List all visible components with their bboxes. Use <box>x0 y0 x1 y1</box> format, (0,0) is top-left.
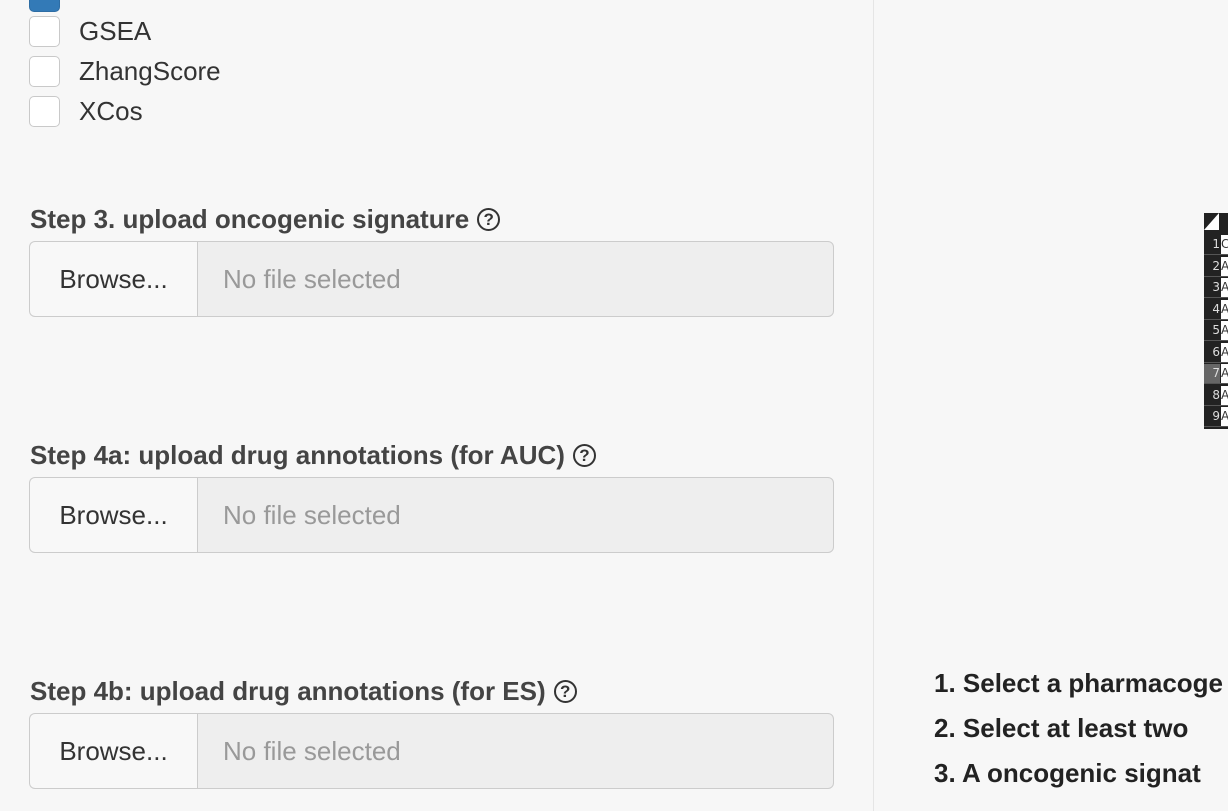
row-number: 8 <box>1212 387 1220 402</box>
step4b-label-text: Step 4b: upload drug annotations (for ES… <box>30 676 546 706</box>
row-number: 6 <box>1212 344 1220 359</box>
example-table-image: 1C2A3A4A5A6A7A8A9A <box>1204 213 1228 429</box>
method-checkbox-row-zhangscore[interactable]: ZhangScore <box>29 54 221 88</box>
row-cell: A <box>1221 385 1228 405</box>
table-row: 3A <box>1204 278 1228 298</box>
help-icon[interactable]: ? <box>572 444 596 467</box>
instruction-2: 2. Select at least two <box>934 713 1189 743</box>
method-checkbox-row-xcos[interactable]: XCos <box>29 94 143 128</box>
step4b-label: Step 4b: upload drug annotations (for ES… <box>30 676 577 707</box>
gsea-checkbox[interactable] <box>29 15 60 47</box>
table-row: 1C <box>1204 235 1228 255</box>
row-cell: A <box>1221 407 1228 426</box>
step3-label-text: Step 3. upload oncogenic signature <box>30 204 470 234</box>
instruction-3: 3. A oncogenic signat <box>934 758 1201 788</box>
row-cell: C <box>1221 235 1228 254</box>
step4b-file-field[interactable]: No file selected <box>197 713 834 789</box>
step4a-label-text: Step 4a: upload drug annotations (for AU… <box>30 440 565 470</box>
step4b-file-input[interactable]: Browse... No file selected <box>29 713 834 789</box>
step3-file-input[interactable]: Browse... No file selected <box>29 241 834 317</box>
table-row: 9A <box>1204 407 1228 427</box>
row-number: 7 <box>1204 364 1220 383</box>
table-row: 2A <box>1204 256 1228 277</box>
step4a-file-field[interactable]: No file selected <box>197 477 834 553</box>
table-corner-icon <box>1204 213 1219 230</box>
table-row: 7A <box>1204 364 1228 384</box>
step3-file-field[interactable]: No file selected <box>197 241 834 317</box>
step4a-label: Step 4a: upload drug annotations (for AU… <box>30 440 596 471</box>
zhangscore-checkbox[interactable] <box>29 55 60 87</box>
method-checkbox-row-gsea[interactable]: GSEA <box>29 14 151 48</box>
row-number: 1 <box>1212 237 1220 251</box>
gsea-label: GSEA <box>79 15 152 46</box>
checked-checkbox[interactable] <box>29 0 60 12</box>
row-number: 4 <box>1212 301 1220 316</box>
row-number: 9 <box>1212 409 1220 423</box>
step4a-browse-button[interactable]: Browse... <box>29 477 197 553</box>
row-number: 2 <box>1212 258 1220 273</box>
zhangscore-label: ZhangScore <box>79 55 221 86</box>
table-row: 6A <box>1204 342 1228 363</box>
row-cell: A <box>1221 342 1228 362</box>
help-icon[interactable]: ? <box>477 208 501 231</box>
row-number: 3 <box>1212 280 1220 294</box>
row-cell: A <box>1221 321 1228 340</box>
help-icon[interactable]: ? <box>553 680 577 703</box>
table-row: 5A <box>1204 321 1228 341</box>
method-checkbox-row-partial[interactable] <box>29 0 60 13</box>
table-row: 4A <box>1204 299 1228 320</box>
step3-browse-button[interactable]: Browse... <box>29 241 197 317</box>
row-cell: A <box>1221 256 1228 276</box>
right-panel: 1C2A3A4A5A6A7A8A9A 1. Select a pharmacog… <box>874 0 1228 811</box>
row-cell: A <box>1221 364 1228 383</box>
xcos-label: XCos <box>79 95 143 126</box>
row-number: 5 <box>1212 323 1220 337</box>
table-row: 8A <box>1204 385 1228 406</box>
instruction-1: 1. Select a pharmacoge <box>934 668 1224 698</box>
left-panel: GSEA ZhangScore XCos Step 3. upload onco… <box>0 0 873 811</box>
step4a-file-input[interactable]: Browse... No file selected <box>29 477 834 553</box>
step4b-browse-button[interactable]: Browse... <box>29 713 197 789</box>
step3-label: Step 3. upload oncogenic signature ? <box>30 204 501 235</box>
row-cell: A <box>1221 299 1228 319</box>
row-cell: A <box>1221 278 1228 297</box>
xcos-checkbox[interactable] <box>29 95 60 127</box>
